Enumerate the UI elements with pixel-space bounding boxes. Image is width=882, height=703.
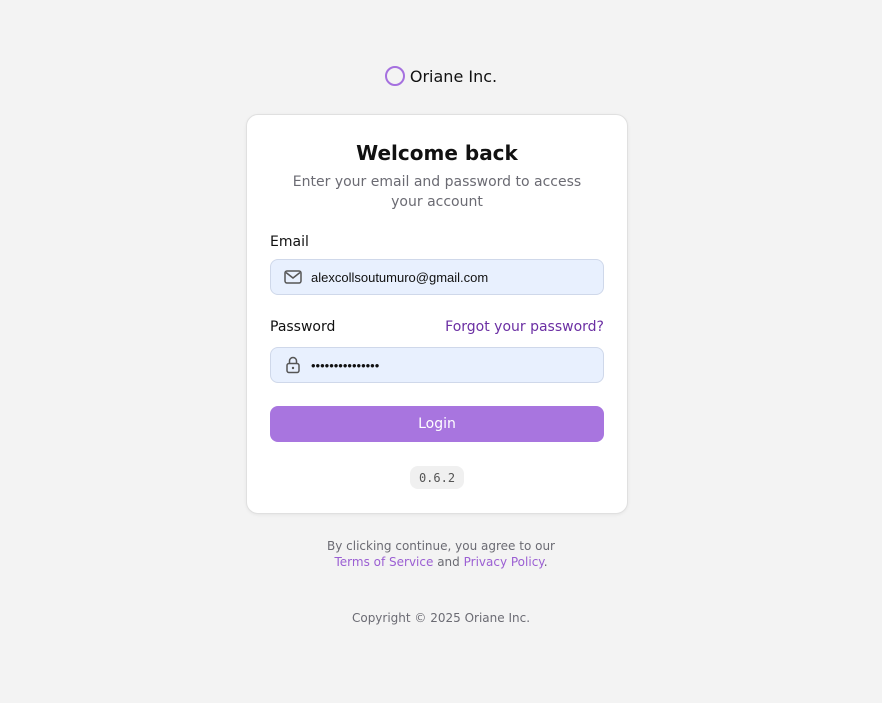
forgot-password-link[interactable]: Forgot your password? bbox=[445, 319, 604, 335]
terms-conjunction: and bbox=[437, 555, 460, 569]
terms-suffix: . bbox=[543, 555, 548, 569]
circle-logo-icon bbox=[384, 66, 405, 86]
card-subtitle: Enter your email and password to access … bbox=[292, 174, 582, 210]
mail-icon bbox=[283, 267, 303, 287]
email-label: Email bbox=[270, 234, 309, 250]
copyright-text: Copyright © 2025 Oriane Inc. bbox=[351, 611, 531, 625]
password-field-wrapper[interactable] bbox=[270, 347, 604, 383]
email-field[interactable] bbox=[311, 269, 603, 285]
brand-header: Oriane Inc. bbox=[0, 66, 882, 86]
terms-links-line: Terms of Service and Privacy Policy. bbox=[0, 554, 882, 570]
password-field[interactable] bbox=[311, 357, 603, 373]
brand-name: Oriane Inc. bbox=[409, 66, 498, 86]
privacy-policy-link[interactable]: Privacy Policy bbox=[464, 555, 544, 569]
card-title: Welcome back bbox=[356, 141, 518, 165]
login-button[interactable]: Login bbox=[270, 406, 604, 442]
version-badge: 0.6.2 bbox=[410, 466, 464, 489]
terms-of-service-link[interactable]: Terms of Service bbox=[334, 555, 433, 569]
email-field-wrapper[interactable] bbox=[270, 259, 604, 295]
terms-prefix: By clicking continue, you agree to our bbox=[327, 539, 555, 553]
password-label: Password bbox=[270, 319, 336, 335]
login-card: Welcome back Enter your email and passwo… bbox=[246, 114, 628, 514]
terms-notice: By clicking continue, you agree to our T… bbox=[0, 538, 882, 570]
lock-icon bbox=[283, 355, 303, 375]
